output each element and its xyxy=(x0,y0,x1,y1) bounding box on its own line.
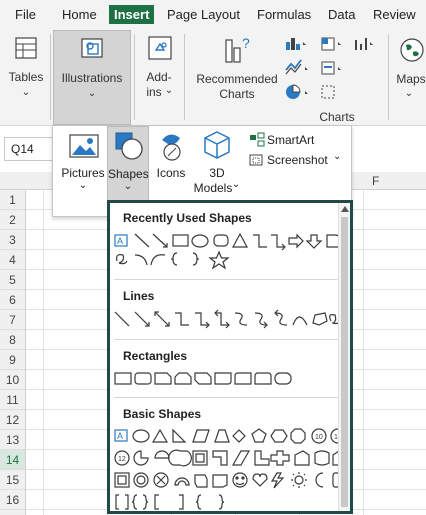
shapes-label: Shapes xyxy=(108,167,149,181)
row-header[interactable]: 8 xyxy=(0,330,25,350)
dodecagon-number: 12 xyxy=(118,456,126,463)
tab-review[interactable]: Review xyxy=(373,7,416,22)
picture-icon xyxy=(69,134,99,158)
menu-bar: File Home Insert Page Layout Formulas Da… xyxy=(0,0,426,30)
row-header[interactable]: 11 xyxy=(0,390,25,410)
tab-page-layout[interactable]: Page Layout xyxy=(167,7,240,22)
row-header[interactable]: 16 xyxy=(0,490,25,510)
row-header[interactable]: 12 xyxy=(0,410,25,430)
recommended-label-top: Recommended xyxy=(196,72,278,86)
gallery-scrollbar[interactable] xyxy=(338,203,350,511)
3d-models-label-top: 3D xyxy=(209,166,225,180)
tables-label: Tables xyxy=(8,70,44,84)
section-title-lines: Lines xyxy=(123,289,155,303)
recommended-charts-button[interactable]: ? Recommended Charts xyxy=(194,30,280,124)
shapes-icon xyxy=(115,132,143,160)
addins-label-bottom: ins xyxy=(146,85,162,99)
row-header[interactable]: 6 xyxy=(0,290,25,310)
chevron-down-icon: ⌄ xyxy=(78,180,88,191)
3d-models-label-bottom: Models xyxy=(193,181,233,195)
ribbon-divider xyxy=(184,34,185,120)
illustrations-icon xyxy=(81,38,103,58)
cube-icon xyxy=(204,131,230,159)
chart-type-icons xyxy=(285,37,373,99)
tab-data[interactable]: Data xyxy=(328,7,355,22)
charts-group-label: Charts xyxy=(319,110,355,124)
chevron-down-icon: ⌄ xyxy=(404,88,414,99)
tables-button[interactable]: Tables ⌄ xyxy=(4,30,48,124)
globe-icon xyxy=(400,38,424,62)
screenshot-label: Screenshot xyxy=(267,153,328,167)
tab-insert[interactable]: Insert xyxy=(109,5,155,24)
recommended-charts-icon: ? xyxy=(225,35,250,63)
row-header[interactable]: 4 xyxy=(0,250,25,270)
ribbon-divider xyxy=(388,34,389,120)
tab-formulas[interactable]: Formulas xyxy=(257,7,311,22)
addins-icon xyxy=(148,36,172,60)
svg-text:A: A xyxy=(117,431,123,441)
table-icon xyxy=(15,37,37,59)
smartart-icon xyxy=(250,132,265,147)
ribbon-divider xyxy=(134,34,135,120)
row-headers: 1 2 3 4 5 6 7 8 9 10 11 12 13 14 15 16 xyxy=(0,190,26,515)
illustrations-label: Illustrations xyxy=(61,71,123,85)
row-header[interactable]: 10 xyxy=(0,370,25,390)
octagon-number: 10 xyxy=(315,434,323,441)
row-header[interactable]: 1 xyxy=(0,190,25,210)
ribbon-divider xyxy=(50,34,51,120)
chevron-down-icon: ⌄ xyxy=(123,181,133,192)
row-header[interactable]: 15 xyxy=(0,470,25,490)
svg-text:?: ? xyxy=(242,35,250,51)
row-header[interactable]: 3 xyxy=(0,230,25,250)
screenshot-icon xyxy=(249,154,263,166)
smartart-button[interactable]: SmartArt xyxy=(249,132,349,148)
screenshot-button[interactable]: Screenshot ⌄ xyxy=(249,151,349,168)
row-header-selected[interactable]: 14 xyxy=(0,450,25,470)
ribbon: Tables ⌄ Illustrations ⌄ Add- ins ⌄ ? Re… xyxy=(0,30,426,126)
section-title-recent: Recently Used Shapes xyxy=(123,211,252,225)
chevron-down-icon: ⌄ xyxy=(231,179,241,190)
tab-home[interactable]: Home xyxy=(62,7,97,22)
icons-icon xyxy=(162,134,181,161)
rectangles-row[interactable] xyxy=(113,369,345,389)
charts-group: Charts xyxy=(282,30,386,124)
svg-text:A: A xyxy=(117,236,123,246)
scroll-up-arrow-icon[interactable] xyxy=(341,206,349,212)
row-header[interactable]: 9 xyxy=(0,350,25,370)
section-title-basic-shapes: Basic Shapes xyxy=(123,407,202,421)
addins-button[interactable]: Add- ins ⌄ xyxy=(138,30,180,124)
illustrations-button[interactable]: Illustrations ⌄ xyxy=(53,30,131,125)
chevron-down-icon: ⌄ xyxy=(333,151,342,162)
row-header[interactable]: 7 xyxy=(0,310,25,330)
pictures-label: Pictures xyxy=(61,166,105,180)
pictures-button[interactable]: Pictures ⌄ xyxy=(59,126,107,216)
row-header[interactable]: 13 xyxy=(0,430,25,450)
chevron-down-icon: ⌄ xyxy=(21,87,31,98)
basic-shapes-grid[interactable]: A 10 10 12 xyxy=(113,427,345,511)
section-title-rectangles: Rectangles xyxy=(123,349,188,363)
tab-file[interactable]: File xyxy=(15,7,36,22)
chevron-down-icon: ⌄ xyxy=(164,85,174,96)
section-divider xyxy=(114,279,338,280)
scrollbar-thumb[interactable] xyxy=(341,217,348,507)
icons-label: Icons xyxy=(156,166,186,180)
column-header-f[interactable]: F xyxy=(372,174,379,188)
row-header[interactable]: 2 xyxy=(0,210,25,230)
shapes-gallery: Recently Used Shapes A Lines Rectangles … xyxy=(107,200,353,514)
lines-row[interactable] xyxy=(113,309,345,331)
section-divider xyxy=(114,397,338,398)
recommended-label-bottom: Charts xyxy=(219,87,255,101)
maps-button[interactable]: Maps ⌄ xyxy=(392,30,426,124)
row-header[interactable]: 5 xyxy=(0,270,25,290)
maps-label: Maps xyxy=(396,72,426,86)
chevron-down-icon: ⌄ xyxy=(87,88,97,99)
smartart-label: SmartArt xyxy=(267,133,315,147)
addins-label-top: Add- xyxy=(146,70,172,84)
section-divider xyxy=(114,339,338,340)
recent-shapes-row[interactable]: A xyxy=(113,231,345,271)
